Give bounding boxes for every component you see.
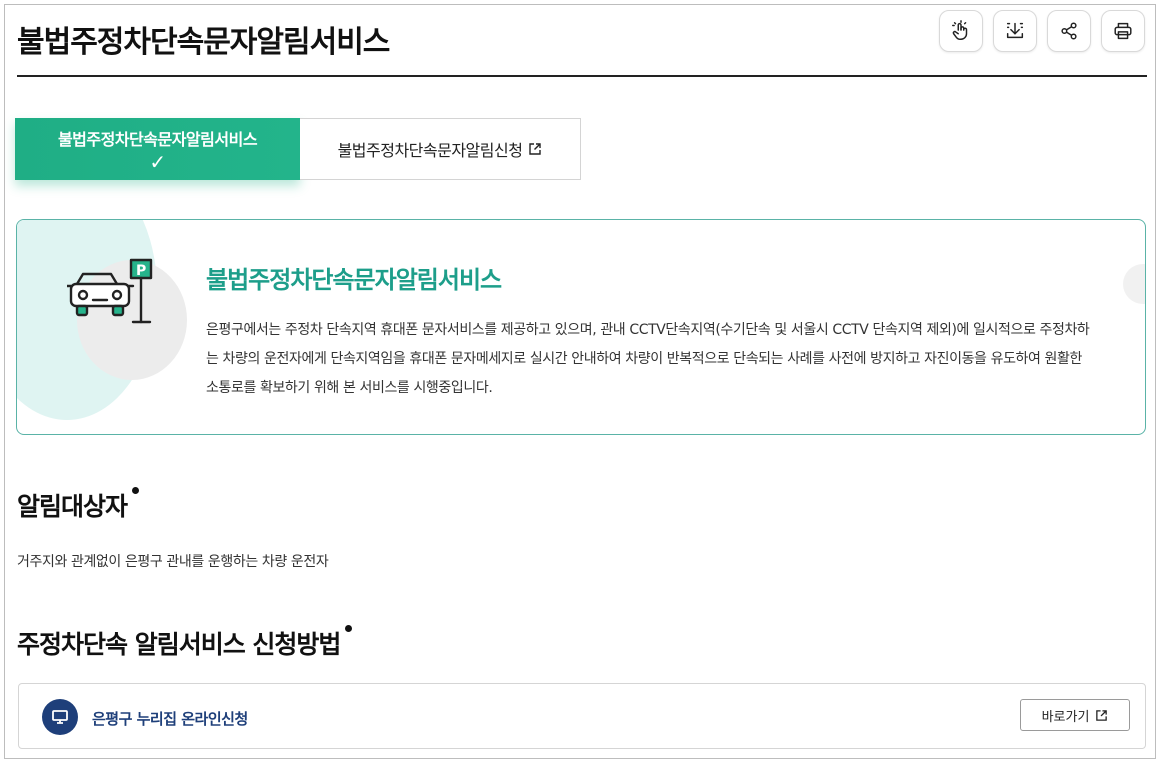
external-link-icon (529, 143, 542, 155)
svg-text:P: P (136, 263, 146, 279)
print-icon (1114, 22, 1132, 40)
decorative-blob (1123, 264, 1145, 304)
tab-service-apply[interactable]: 불법주정차단속문자알림신청 (300, 118, 581, 180)
section-title-target: 알림대상자 (17, 487, 140, 523)
print-button[interactable] (1101, 10, 1145, 52)
page-title: 불법주정차단속문자알림서비스 (17, 25, 390, 60)
checkmark-icon: ✓ (149, 150, 166, 174)
bullet-dot-icon (132, 487, 140, 494)
service-intro-box: P 불법주정차단속문자알림서비스 은평구에서는 주정차 단속지역 휴대폰 문자서… (16, 219, 1146, 435)
tab-service-info-label: 불법주정차단속문자알림서비스 (57, 130, 258, 149)
section-title-apply: 주정차단속 알림서비스 신청방법 (17, 625, 353, 661)
online-apply-row: 은평구 누리집 온라인신청 바로가기 (18, 683, 1146, 749)
parked-car-icon: P (67, 258, 153, 324)
monitor-icon (42, 699, 78, 735)
hand-pointer-icon (952, 20, 968, 40)
share-icon (1061, 22, 1077, 40)
go-button[interactable]: 바로가기 (1020, 699, 1130, 731)
go-button-label: 바로가기 (1041, 709, 1090, 725)
download-button[interactable] (993, 10, 1037, 52)
tab-service-info[interactable]: 불법주정차단속문자알림서비스 ✓ (15, 118, 300, 180)
download-icon (1006, 22, 1024, 39)
external-link-icon (1096, 709, 1108, 721)
title-divider (17, 75, 1147, 77)
page-toolbar (939, 10, 1145, 52)
accessibility-button[interactable] (939, 10, 983, 52)
section-title-apply-text: 주정차단속 알림서비스 신청방법 (17, 630, 341, 659)
share-button[interactable] (1047, 10, 1091, 52)
online-apply-label: 은평구 누리집 온라인신청 (92, 710, 248, 728)
bullet-dot-icon (345, 625, 353, 632)
content-tabs: 불법주정차단속문자알림서비스 ✓ 불법주정차단속문자알림신청 (15, 118, 581, 180)
target-description: 거주지와 관계없이 은평구 관내를 운행하는 차량 운전자 (17, 554, 329, 570)
intro-description: 은평구에서는 주정차 단속지역 휴대폰 문자서비스를 제공하고 있으며, 관내 … (206, 322, 1090, 396)
tab-service-apply-label: 불법주정차단속문자알림신청 (337, 141, 523, 160)
section-title-target-text: 알림대상자 (17, 492, 128, 521)
intro-heading: 불법주정차단속문자알림서비스 (206, 266, 502, 294)
page-frame: 불법주정차단속문자알림서비스 불법주정차단속문자알림서비스 ✓ 불법주정차단속문… (4, 4, 1156, 759)
